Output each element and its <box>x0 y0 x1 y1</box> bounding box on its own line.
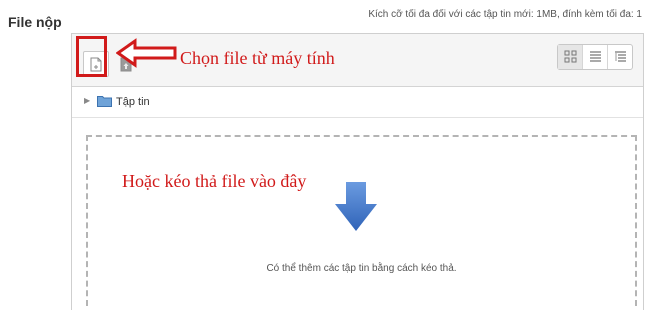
folder-icon <box>97 96 112 107</box>
view-mode-group <box>557 44 633 70</box>
view-list-icon <box>590 51 601 62</box>
add-file-highlight-box <box>76 36 107 77</box>
folder-label[interactable]: Tập tin <box>116 96 150 108</box>
down-arrow-icon <box>335 182 377 231</box>
view-list-button[interactable] <box>582 45 607 69</box>
file-picker: Chọn file từ máy tính ▶ Tập tin Hoặc kéo… <box>71 33 644 310</box>
annotation-choose-file: Chọn file từ máy tính <box>180 48 335 68</box>
red-arrow-icon <box>116 38 177 68</box>
view-tree-icon <box>615 51 626 62</box>
view-icons-button[interactable] <box>558 45 582 69</box>
drop-zone[interactable]: Hoặc kéo thả file vào đây Có thể thêm cá… <box>86 135 637 306</box>
folder-path-bar: ▶ Tập tin <box>72 87 643 118</box>
file-picker-toolbar: Chọn file từ máy tính <box>72 34 643 87</box>
upload-limits-text: Kích cỡ tối đa đối với các tập tin mới: … <box>368 9 642 20</box>
file-submission-label: File nộp <box>8 14 62 30</box>
drop-instruction-text: Có thể thêm các tập tin bằng cách kéo th… <box>266 263 457 274</box>
view-icons-icon <box>564 50 577 63</box>
view-tree-button[interactable] <box>607 45 632 69</box>
annotation-drag-drop: Hoặc kéo thả file vào đây <box>122 171 307 191</box>
expand-arrow-icon[interactable]: ▶ <box>84 96 90 105</box>
